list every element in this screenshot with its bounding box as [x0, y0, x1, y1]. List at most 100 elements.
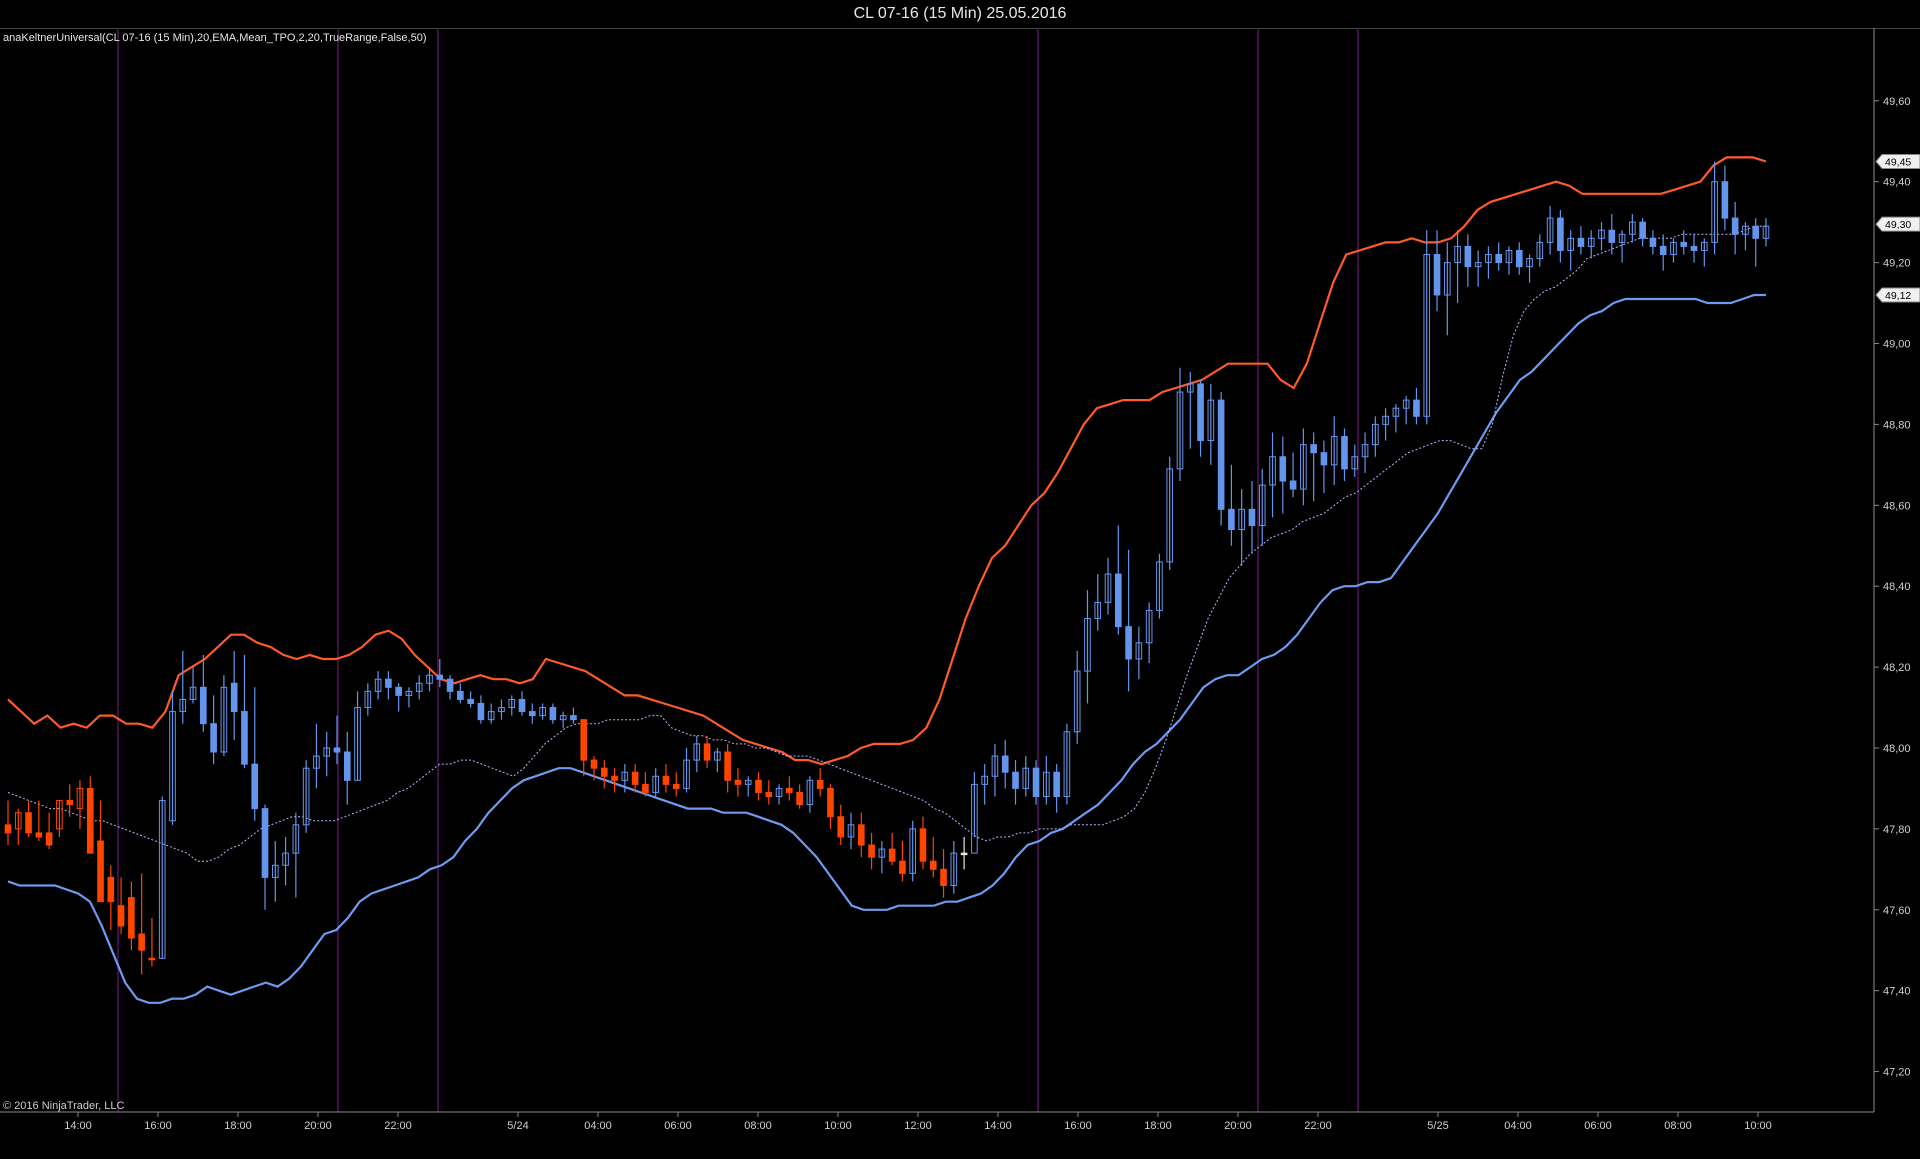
session-breaks [117, 28, 1359, 1112]
y-tick-label: 48,60 [1883, 500, 1911, 512]
candle-body [1721, 181, 1729, 219]
candle-body [796, 791, 803, 806]
candle-body [570, 715, 577, 721]
y-tick-label: 49,20 [1883, 258, 1911, 270]
copyright-text: © 2016 NinjaTrader, LLC [3, 1100, 125, 1112]
x-tick-label: 5/24 [507, 1120, 528, 1132]
x-tick-label: 16:00 [144, 1120, 172, 1132]
candle-body [4, 824, 12, 834]
candle-body [1464, 245, 1472, 268]
candle-body [786, 787, 793, 793]
x-tick-label: 12:00 [904, 1120, 932, 1132]
candle-body [210, 723, 217, 753]
candle-body [642, 783, 649, 793]
candle-body [66, 800, 73, 806]
y-tick-label: 48,20 [1883, 662, 1911, 674]
candle-body [888, 848, 896, 862]
price-tag-label: 49,30 [1885, 219, 1911, 231]
x-tick-label: 18:00 [1144, 1120, 1172, 1132]
x-tick-label: 14:00 [64, 1120, 92, 1132]
x-tick-label: 04:00 [1504, 1120, 1532, 1132]
candle-body [1341, 436, 1348, 470]
candle-body [1320, 452, 1328, 466]
candle-body [251, 763, 259, 810]
x-tick-label: 22:00 [384, 1120, 412, 1132]
candle-body [97, 840, 104, 903]
y-tick-label: 48,00 [1883, 743, 1911, 755]
candle-body [1577, 237, 1585, 247]
candle-body [457, 690, 464, 700]
candle-body [631, 771, 639, 785]
candle-body [611, 775, 618, 781]
candle-body [128, 897, 135, 939]
candle-body [755, 779, 762, 793]
candle-body [1413, 399, 1420, 417]
candle-body [857, 824, 865, 846]
price-tag-label: 49,45 [1885, 156, 1911, 168]
x-tick-label: 5/25 [1427, 1120, 1448, 1132]
x-tick-label: 08:00 [744, 1120, 772, 1132]
candle-body [1433, 254, 1441, 296]
candle-body [1001, 755, 1009, 773]
candle-body [86, 787, 94, 854]
x-tick-label: 22:00 [1304, 1120, 1332, 1132]
candle-body [261, 808, 269, 878]
y-tick-label: 48,80 [1883, 419, 1911, 431]
candle-body [1495, 254, 1503, 264]
candle-body [200, 686, 207, 725]
candle-body [1731, 217, 1739, 235]
candle-body [1515, 249, 1523, 268]
x-tick-label: 20:00 [304, 1120, 332, 1132]
candle-body [765, 791, 773, 798]
candle-body [940, 868, 947, 886]
candle-body [395, 686, 402, 696]
candle-body [148, 957, 156, 961]
y-tick-label: 49,00 [1883, 338, 1911, 350]
candle-body [1228, 508, 1235, 531]
candle-body [230, 682, 238, 713]
y-tick-label: 47,40 [1883, 986, 1911, 998]
candle-body [529, 711, 536, 717]
x-tick-label: 04:00 [584, 1120, 612, 1132]
candle-body [1557, 217, 1564, 251]
candle-body [25, 812, 32, 834]
candle-body [1053, 771, 1060, 798]
candle-body [1279, 456, 1287, 482]
upper-band-line [7, 156, 1767, 766]
candle-body [1680, 241, 1688, 247]
candle-body [333, 747, 341, 753]
x-tick-label: 14:00 [984, 1120, 1012, 1132]
candle-body [1012, 771, 1019, 789]
candle-body [827, 787, 834, 818]
y-tick-label: 47,60 [1883, 905, 1911, 917]
candle-body [1125, 626, 1132, 660]
candle-body [35, 832, 43, 838]
candle-body [1659, 245, 1667, 256]
candle-body [385, 678, 392, 688]
candle-body [1032, 767, 1040, 798]
candle-body [117, 905, 125, 927]
candle-body [590, 759, 598, 769]
candle-body [467, 698, 474, 704]
candle-body [919, 828, 927, 862]
indicator-label: anaKeltnerUniversal(CL 07-16 (15 Min),20… [3, 32, 427, 44]
x-tick-label: 10:00 [824, 1120, 852, 1132]
candle-body [446, 678, 454, 692]
candle-body [436, 674, 444, 680]
x-tick-label: 06:00 [664, 1120, 692, 1132]
x-tick-label: 18:00 [224, 1120, 252, 1132]
x-tick-label: 16:00 [1064, 1120, 1092, 1132]
candle-body [1115, 573, 1122, 628]
price-chart[interactable]: 47,20 47,40 47,60 47,80 48,00 48,20 48,40 48,60… [0, 0, 1920, 1159]
candle-body [734, 779, 742, 785]
candle-body [1608, 229, 1616, 243]
price-tag-label: 49,12 [1885, 290, 1911, 302]
candle-body [1217, 399, 1225, 510]
candle-body [816, 779, 824, 789]
x-tick-label: 08:00 [1664, 1120, 1692, 1132]
keltner-bands [7, 156, 1767, 1004]
x-tick-label: 10:00 [1744, 1120, 1772, 1132]
candle-body [929, 860, 937, 870]
candle-body [241, 711, 248, 765]
candle-body [899, 860, 906, 874]
